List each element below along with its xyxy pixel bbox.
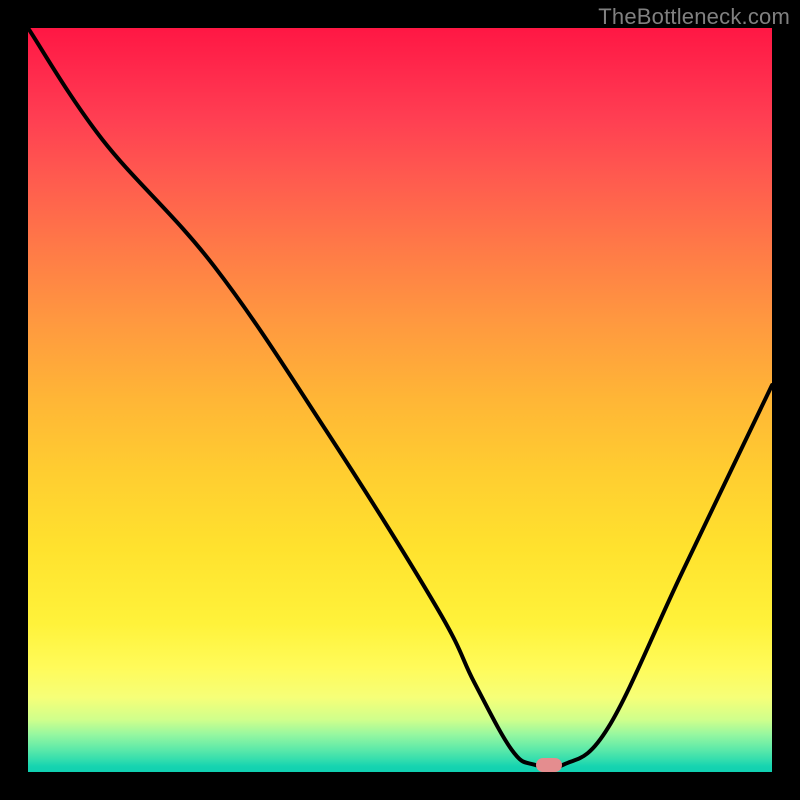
chart-stage: TheBottleneck.com [0,0,800,800]
plot-area [28,28,772,772]
optimal-marker [536,758,562,772]
curve-layer [28,28,772,772]
bottleneck-curve [28,28,772,768]
watermark-text: TheBottleneck.com [598,4,790,30]
